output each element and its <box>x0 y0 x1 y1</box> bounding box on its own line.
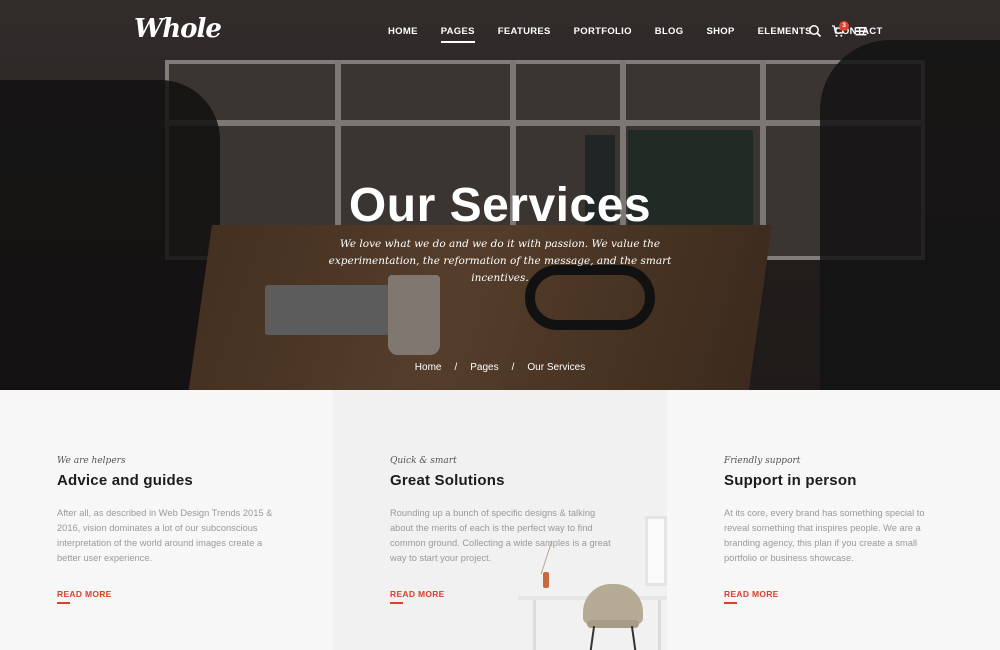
service-content: We are helpers Advice and guides After a… <box>57 456 282 566</box>
service-title: Advice and guides <box>57 472 193 489</box>
table-leg <box>658 600 661 650</box>
service-description: Rounding up a bunch of specific designs … <box>390 508 611 563</box>
breadcrumb-current: Our Services <box>527 362 586 373</box>
read-more-link[interactable]: READ MORE <box>57 589 112 604</box>
nav-pages[interactable]: PAGES <box>440 26 475 43</box>
chair-leg <box>588 626 596 650</box>
service-card-solutions: Quick & smart Great Solutions Rounding u… <box>333 390 667 650</box>
table-leg <box>533 600 536 650</box>
nav-home[interactable]: HOME <box>388 26 418 37</box>
nav-portfolio[interactable]: PORTFOLIO <box>574 26 632 37</box>
wall-frame <box>645 516 667 586</box>
page-title: Our Services <box>348 179 652 232</box>
hamburger-menu-icon[interactable] <box>854 24 868 38</box>
service-title: Great Solutions <box>390 472 505 489</box>
breadcrumb: Home / Pages / Our Services <box>0 362 1000 373</box>
top-navigation: Whole HOME PAGES FEATURES PORTFOLIO BLOG… <box>0 0 1000 64</box>
breadcrumb-separator: / <box>511 362 515 373</box>
breadcrumb-separator: / <box>454 362 458 373</box>
service-description: After all, as described in Web Design Tr… <box>57 508 273 563</box>
service-title: Support in person <box>724 472 857 489</box>
read-more-link[interactable]: READ MORE <box>724 589 779 604</box>
site-logo[interactable]: Whole <box>134 14 222 44</box>
service-tagline: Quick & smart <box>390 456 457 466</box>
service-card-advice: We are helpers Advice and guides After a… <box>0 390 333 650</box>
cart-count-badge: 3 <box>839 21 849 31</box>
service-card-support: Friendly support Support in person At it… <box>667 390 1000 650</box>
service-description: At its core, every brand has something s… <box>724 508 925 563</box>
service-tagline: Friendly support <box>724 456 801 466</box>
search-icon[interactable] <box>808 24 822 38</box>
page-subtitle: We love what we do and we do it with pas… <box>328 238 672 284</box>
nav-blog[interactable]: BLOG <box>655 26 684 37</box>
nav-shop[interactable]: SHOP <box>706 26 734 37</box>
services-section: We are helpers Advice and guides After a… <box>0 390 1000 650</box>
read-more-link[interactable]: READ MORE <box>390 589 445 604</box>
nav-features[interactable]: FEATURES <box>498 26 551 37</box>
service-content: Friendly support Support in person At it… <box>724 456 949 566</box>
breadcrumb-home[interactable]: Home <box>415 362 442 373</box>
main-menu: HOME PAGES FEATURES PORTFOLIO BLOG SHOP … <box>388 26 906 43</box>
service-tagline: We are helpers <box>57 456 126 466</box>
breadcrumb-pages[interactable]: Pages <box>470 362 498 373</box>
service-content: Quick & smart Great Solutions Rounding u… <box>390 456 615 566</box>
nav-elements[interactable]: ELEMENTS <box>758 26 812 37</box>
chair <box>583 584 643 624</box>
chair-leg <box>630 626 638 650</box>
vase <box>543 572 549 588</box>
